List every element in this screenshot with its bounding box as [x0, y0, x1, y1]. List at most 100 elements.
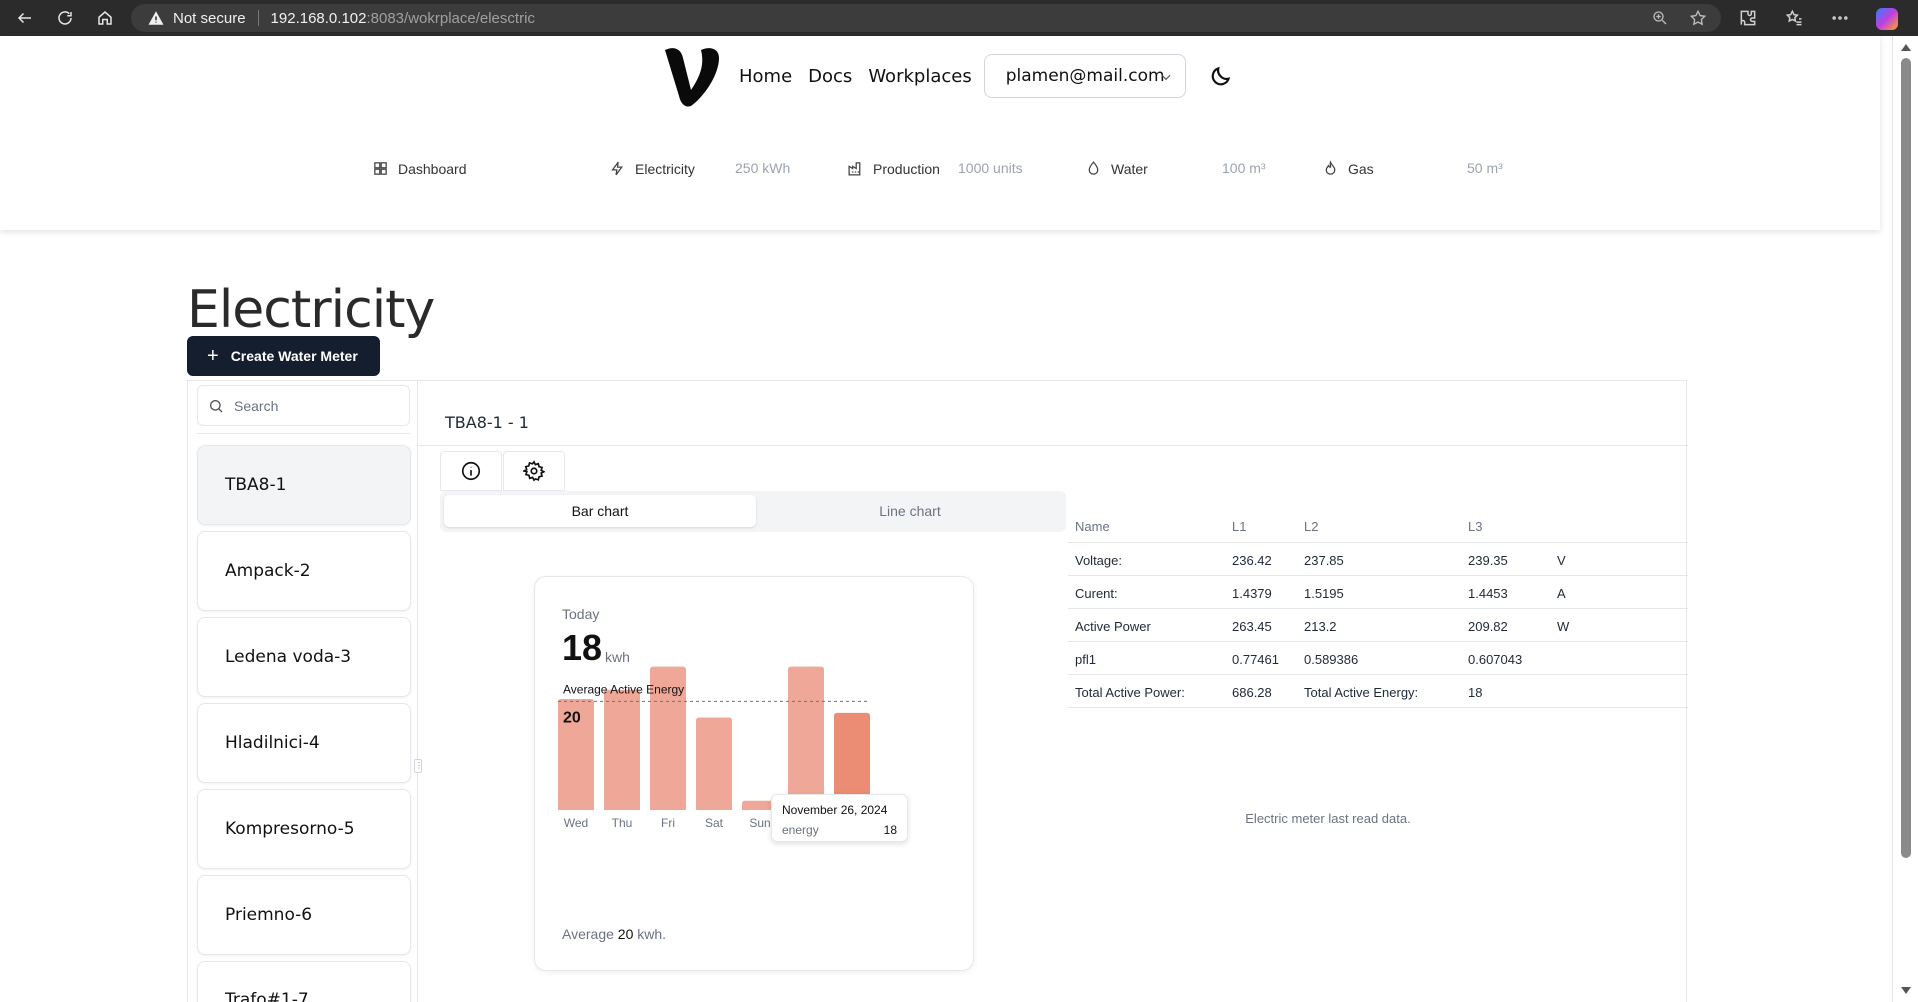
warning-icon	[148, 11, 164, 25]
table-cell: Curent:	[1075, 586, 1118, 601]
chart-type-tabs: Bar chart Line chart	[440, 491, 1066, 532]
moon-icon	[1211, 66, 1230, 86]
subnav-dashboard-label: Dashboard	[398, 160, 467, 177]
app-header: Home Docs Workplaces plamen@mail.com Das…	[0, 36, 1880, 230]
home-icon[interactable]	[90, 3, 120, 33]
sidebar-item-tba8-1[interactable]: TBA8-1	[197, 445, 411, 525]
page-scrollbar[interactable]	[1892, 36, 1918, 1002]
tab-line-chart[interactable]: Line chart	[754, 495, 1066, 527]
subnav-dashboard[interactable]: Dashboard	[372, 160, 467, 177]
sidebar-item-priemno-6[interactable]: Priemno-6	[197, 875, 411, 955]
nav-docs[interactable]: Docs	[808, 66, 852, 87]
droplet-icon	[1088, 161, 1099, 175]
meter-content: TBA8-1 - 1 Bar chart Line chart Today 18…	[418, 381, 1688, 1002]
table-cell: 1.5195	[1304, 586, 1344, 601]
table-cell: 239.35	[1468, 553, 1508, 568]
search-input[interactable]: Search	[197, 385, 410, 426]
nav-workplaces[interactable]: Workplaces	[868, 66, 971, 87]
favorite-star-icon[interactable]	[1689, 9, 1707, 27]
table-cell: 236.42	[1232, 553, 1272, 568]
table-cell: 1.4379	[1232, 586, 1272, 601]
table-caption: Electric meter last read data.	[1245, 811, 1411, 826]
table-header: Name	[1075, 519, 1110, 534]
info-button[interactable]	[440, 451, 502, 491]
subnav-electricity-label: Electricity	[635, 160, 695, 177]
table-cell: 0.77461	[1232, 652, 1279, 667]
content-divider	[418, 445, 1688, 446]
plus-icon: +	[207, 344, 219, 367]
scroll-thumb[interactable]	[1901, 58, 1911, 858]
user-email: plamen@mail.com	[1005, 66, 1165, 86]
url-path: :8083/wokrplace/elesctric	[366, 9, 535, 27]
subnav-production-label: Production	[873, 160, 940, 177]
main-panel: Search TBA8-1 Ampack-2 Ledena voda-3 Hla…	[187, 380, 1688, 1002]
address-separator	[257, 10, 259, 26]
top-nav: Home Docs Workplaces plamen@mail.com	[663, 44, 1234, 108]
table-row: pfl1 0.77461 0.589386 0.607043	[1068, 642, 1688, 675]
chart-bar	[788, 666, 824, 810]
zoom-icon[interactable]	[1651, 9, 1669, 27]
user-dropdown[interactable]: plamen@mail.com	[983, 54, 1186, 98]
favorites-icon[interactable]	[1784, 8, 1804, 28]
sidebar-item-hladilnici-4[interactable]: Hladilnici-4	[197, 703, 411, 783]
sub-nav: Dashboard Electricity 250 kWh Production…	[0, 160, 1880, 190]
logo-icon[interactable]	[663, 44, 723, 108]
tab-bar-chart[interactable]: Bar chart	[444, 495, 756, 527]
sidebar-item-ampack-2[interactable]: Ampack-2	[197, 531, 411, 611]
table-unit: W	[1557, 619, 1570, 634]
copilot-icon[interactable]	[1876, 8, 1898, 30]
table-header-row: Name L1 L2 L3	[1068, 509, 1688, 543]
tooltip-key: energy	[782, 823, 819, 837]
search-placeholder: Search	[234, 397, 279, 414]
scroll-down-icon[interactable]	[1901, 987, 1911, 994]
back-icon[interactable]	[10, 3, 40, 33]
sidebar-item-trafo-7[interactable]: Trafo#1-7	[197, 961, 411, 1002]
theme-toggle[interactable]	[1208, 63, 1234, 89]
meter-sidebar: Search TBA8-1 Ampack-2 Ledena voda-3 Hla…	[188, 381, 418, 1002]
meter-data-table: Name L1 L2 L3 Voltage: 236.42 237.85 239…	[1068, 509, 1688, 708]
more-icon[interactable]	[1830, 8, 1850, 28]
x-tick-label: Wed	[564, 816, 588, 830]
footer-value: 20	[617, 926, 634, 942]
search-icon	[210, 399, 223, 412]
subnav-production-value: 1000 units	[958, 160, 1023, 176]
sidebar-item-ledena-voda-3[interactable]: Ledena voda-3	[197, 617, 411, 697]
table-row: Voltage: 236.42 237.85 239.35 V	[1068, 543, 1688, 576]
subnav-production[interactable]: Production	[847, 160, 940, 177]
url-host: 192.168.0.102	[270, 9, 367, 27]
dashboard-icon	[374, 162, 387, 175]
table-unit: V	[1557, 553, 1566, 568]
table-cell: 18	[1468, 685, 1483, 700]
table-cell: 237.85	[1304, 553, 1344, 568]
chart-bar	[696, 717, 732, 810]
create-meter-label: Create Water Meter	[230, 348, 358, 364]
create-meter-button[interactable]: + Create Water Meter	[187, 336, 380, 376]
chart-bar	[604, 689, 640, 810]
energy-chart-card: Today 18 kwh WedThuFriSatSunMonTueAverag…	[534, 576, 974, 971]
table-cell: Voltage:	[1075, 553, 1122, 568]
table-cell: pfl1	[1075, 652, 1096, 667]
table-unit: A	[1557, 586, 1566, 601]
table-cell: Total Active Energy:	[1304, 685, 1419, 700]
chevron-down-icon	[1161, 74, 1171, 81]
extensions-icon[interactable]	[1738, 8, 1758, 28]
not-secure-label: Not secure	[173, 9, 246, 27]
chart-tooltip: November 26, 2024 energy 18	[771, 794, 908, 842]
reload-icon[interactable]	[50, 3, 80, 33]
sidebar-item-kompresorno-5[interactable]: Kompresorno-5	[197, 789, 411, 869]
table-cell: 0.607043	[1468, 652, 1523, 667]
footer-suffix: kwh.	[637, 926, 667, 942]
subnav-water[interactable]: Water	[1085, 160, 1148, 177]
address-bar[interactable]: Not secure 192.168.0.102 :8083/wokrplace…	[131, 4, 1721, 32]
flame-icon	[1325, 160, 1336, 175]
reference-line-label: Average Active Energy	[563, 682, 684, 696]
lightning-icon	[611, 161, 624, 176]
table-cell: 0.589386	[1304, 652, 1359, 667]
settings-button[interactable]	[503, 451, 565, 491]
card-footer: Average 20 kwh.	[562, 926, 666, 942]
x-tick-label: Sat	[705, 816, 724, 830]
subnav-electricity[interactable]: Electricity	[609, 160, 695, 177]
nav-home[interactable]: Home	[739, 66, 792, 87]
subnav-gas[interactable]: Gas	[1322, 160, 1374, 177]
scroll-up-icon[interactable]	[1901, 44, 1911, 51]
